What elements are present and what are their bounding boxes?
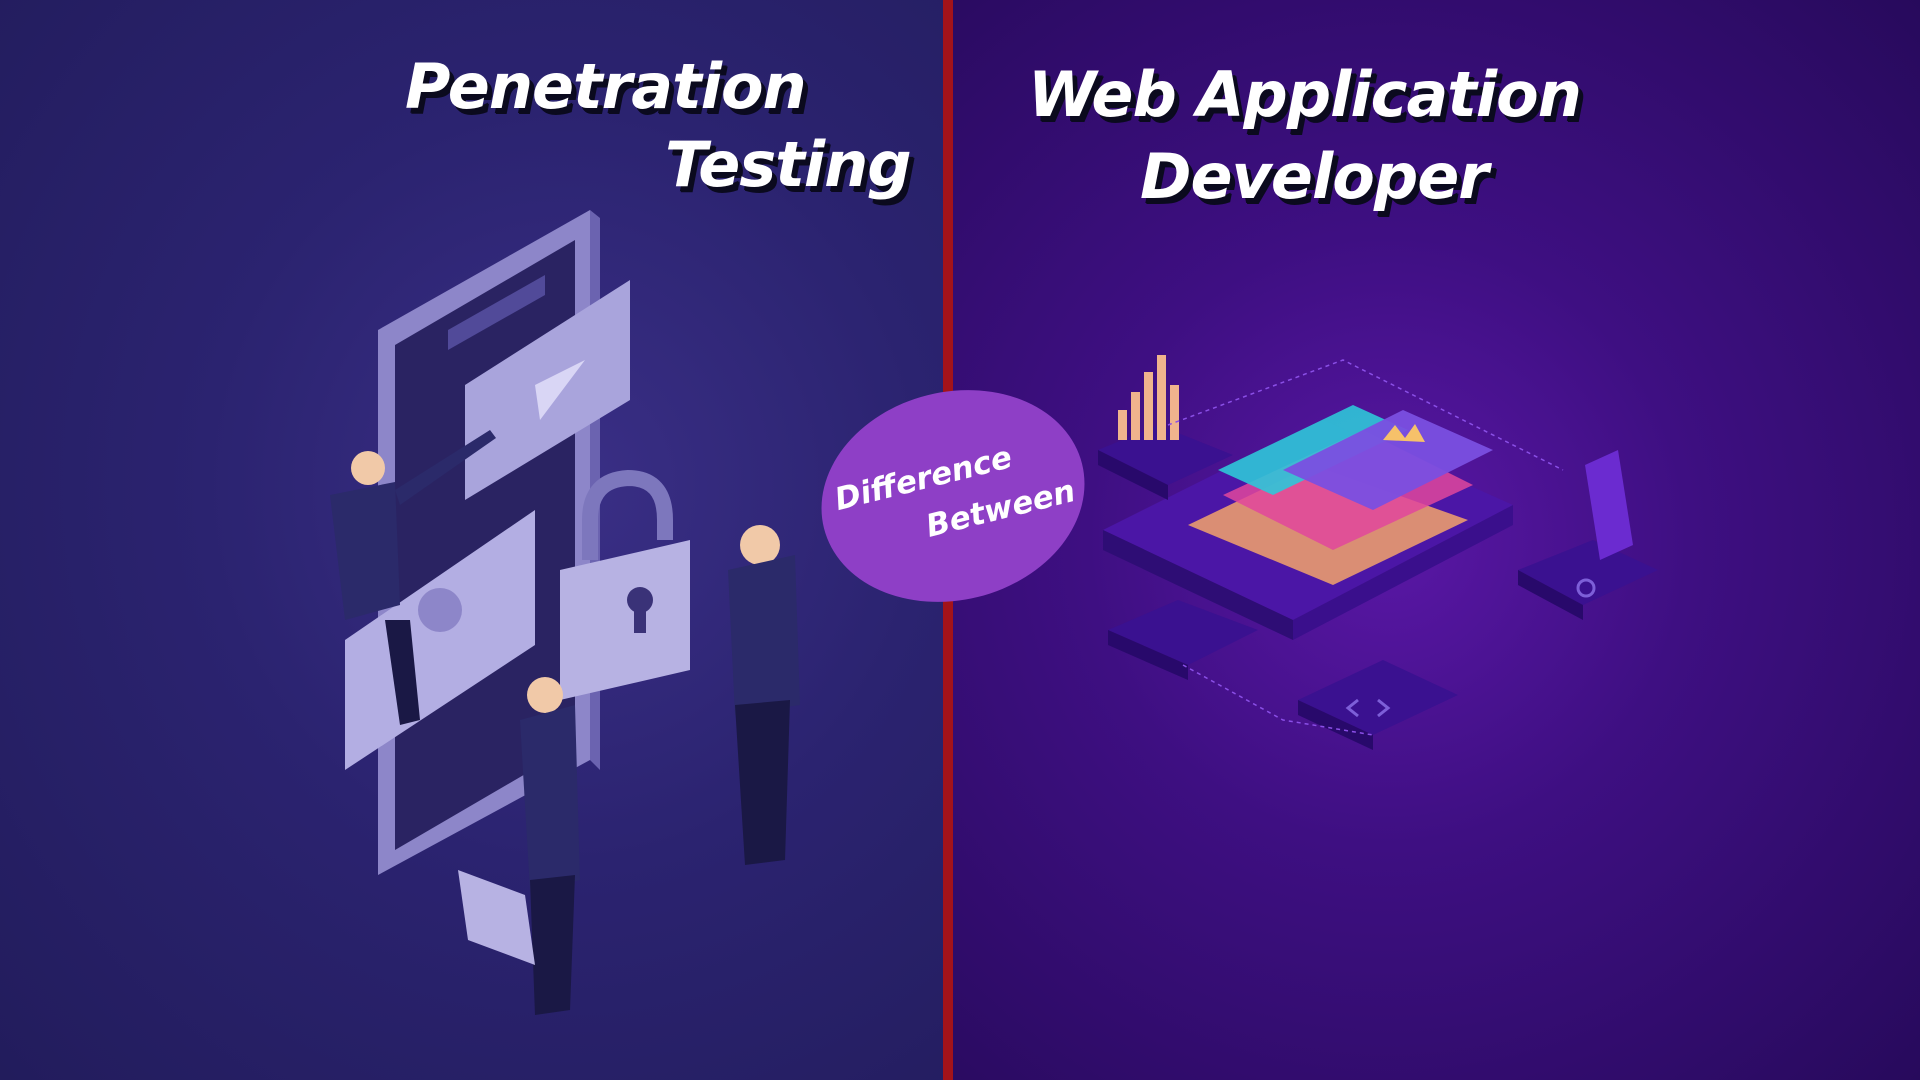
left-title-line2: Testing — [665, 128, 912, 201]
right-title-line1: Web Application — [1028, 58, 1582, 131]
right-title-line2: Developer — [1140, 140, 1489, 213]
person-figure — [520, 677, 580, 1015]
left-title-line1: Penetration — [405, 50, 807, 123]
person-figure — [728, 525, 800, 865]
isometric-platform — [1298, 660, 1458, 750]
briefcase-icon — [458, 870, 535, 965]
bar-chart-icon — [1118, 355, 1179, 440]
